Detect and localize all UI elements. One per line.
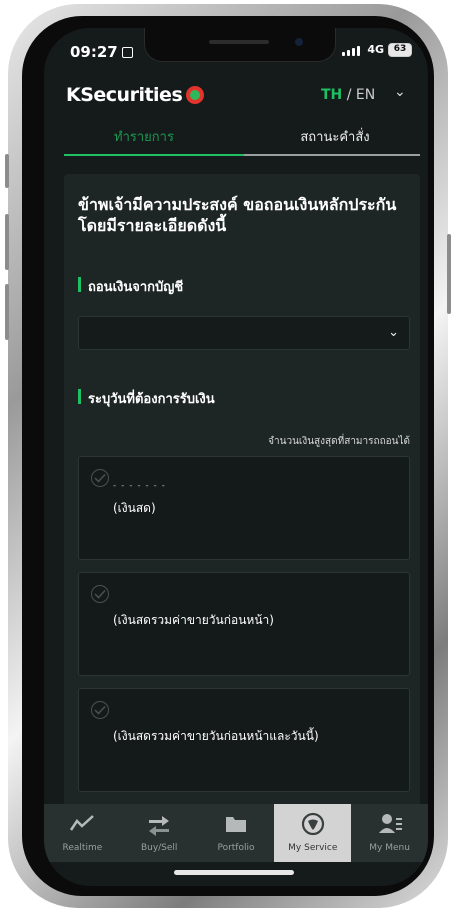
- chevron-down-icon[interactable]: ⌄: [394, 84, 406, 100]
- my-service-leaf-icon: [301, 812, 324, 836]
- nav-portfolio[interactable]: Portfolio: [198, 804, 275, 862]
- tab-divider: [244, 154, 420, 156]
- language-switch[interactable]: TH / EN: [321, 87, 375, 103]
- camera-icon: [295, 38, 303, 46]
- bottom-nav: Realtime Buy/Sell Portfolio My Service M…: [44, 804, 428, 862]
- nav-label: My Service: [288, 843, 338, 853]
- home-indicator[interactable]: [174, 870, 294, 875]
- form-heading: ข้าพเจ้ามีความประสงค์ ขอถอนเงินหลักประกั…: [78, 195, 397, 235]
- user-menu-icon: [378, 814, 402, 833]
- option-amount: - - - - - - -: [113, 481, 166, 491]
- option-cash-prev-day[interactable]: (เงินสดรวมค่าขายวันก่อนหน้า): [78, 572, 410, 676]
- status-bar: 09:27 4G 63: [44, 28, 428, 76]
- section-receive-date: ระบุวันที่ต้องการรับเงิน: [78, 388, 215, 409]
- power-button: [447, 234, 451, 314]
- signal-icon: [342, 46, 360, 56]
- check-circle-icon: [91, 585, 109, 603]
- nav-label: Realtime: [62, 843, 103, 853]
- nav-realtime[interactable]: Realtime: [44, 804, 121, 862]
- option-label: (เงินสดรวมค่าขายวันก่อนหน้า): [113, 613, 274, 627]
- chevron-down-icon: ⌄: [388, 325, 399, 340]
- mute-switch: [5, 154, 9, 188]
- nav-label: Portfolio: [217, 843, 255, 853]
- tab-active-indicator: [64, 154, 244, 156]
- nav-buy-sell[interactable]: Buy/Sell: [121, 804, 198, 862]
- option-label: (เงินสด): [113, 501, 156, 515]
- max-withdraw-label: จำนวนเงินสูงสุดที่สามารถถอนได้: [268, 436, 410, 447]
- volume-down-button: [5, 284, 9, 340]
- section-withdraw-account: ถอนเงินจากบัญชี: [78, 276, 183, 297]
- tab-bar: ทำรายการ สถานะคำสั่ง: [44, 116, 428, 158]
- lang-separator: /: [342, 87, 356, 103]
- screen-record-icon: [121, 47, 133, 58]
- option-label: (เงินสดรวมค่าขายวันก่อนหน้าและวันนี้): [113, 729, 319, 743]
- nav-my-service[interactable]: My Service: [274, 804, 352, 862]
- folder-icon: [225, 817, 246, 832]
- kbank-logo-icon: [186, 86, 205, 104]
- battery-icon: 63: [388, 43, 412, 57]
- chart-line-icon: [70, 815, 95, 831]
- check-circle-icon: [91, 469, 109, 487]
- lang-en[interactable]: EN: [356, 87, 375, 103]
- buy-sell-arrows-icon: [149, 816, 170, 836]
- tab-transaction[interactable]: ทำรายการ: [44, 126, 244, 147]
- volume-up-button: [5, 214, 9, 270]
- nav-label: Buy/Sell: [140, 843, 178, 853]
- status-time: 09:27: [70, 43, 133, 61]
- tab-order-status[interactable]: สถานะคำสั่ง: [242, 126, 428, 147]
- lang-th[interactable]: TH: [321, 87, 342, 103]
- account-select[interactable]: ⌄: [78, 316, 410, 350]
- speaker: [209, 40, 269, 44]
- app-header: KSecurities TH / EN ⌄: [44, 76, 428, 116]
- network-type: 4G: [367, 43, 384, 56]
- option-cash[interactable]: - - - - - - - (เงินสด): [78, 456, 410, 560]
- nav-label: My Menu: [369, 843, 410, 853]
- nav-my-menu[interactable]: My Menu: [351, 804, 428, 862]
- brand-logo: KSecurities: [66, 84, 205, 106]
- notch: [144, 28, 336, 62]
- check-circle-icon: [91, 701, 109, 719]
- withdraw-form-card: ข้าพเจ้ามีความประสงค์ ขอถอนเงินหลักประกั…: [64, 174, 420, 824]
- phone-screen: 09:27 4G 63 KSecurities TH / EN ⌄ ทำรายก…: [44, 28, 428, 886]
- option-cash-prev-and-today[interactable]: (เงินสดรวมค่าขายวันก่อนหน้าและวันนี้): [78, 688, 410, 792]
